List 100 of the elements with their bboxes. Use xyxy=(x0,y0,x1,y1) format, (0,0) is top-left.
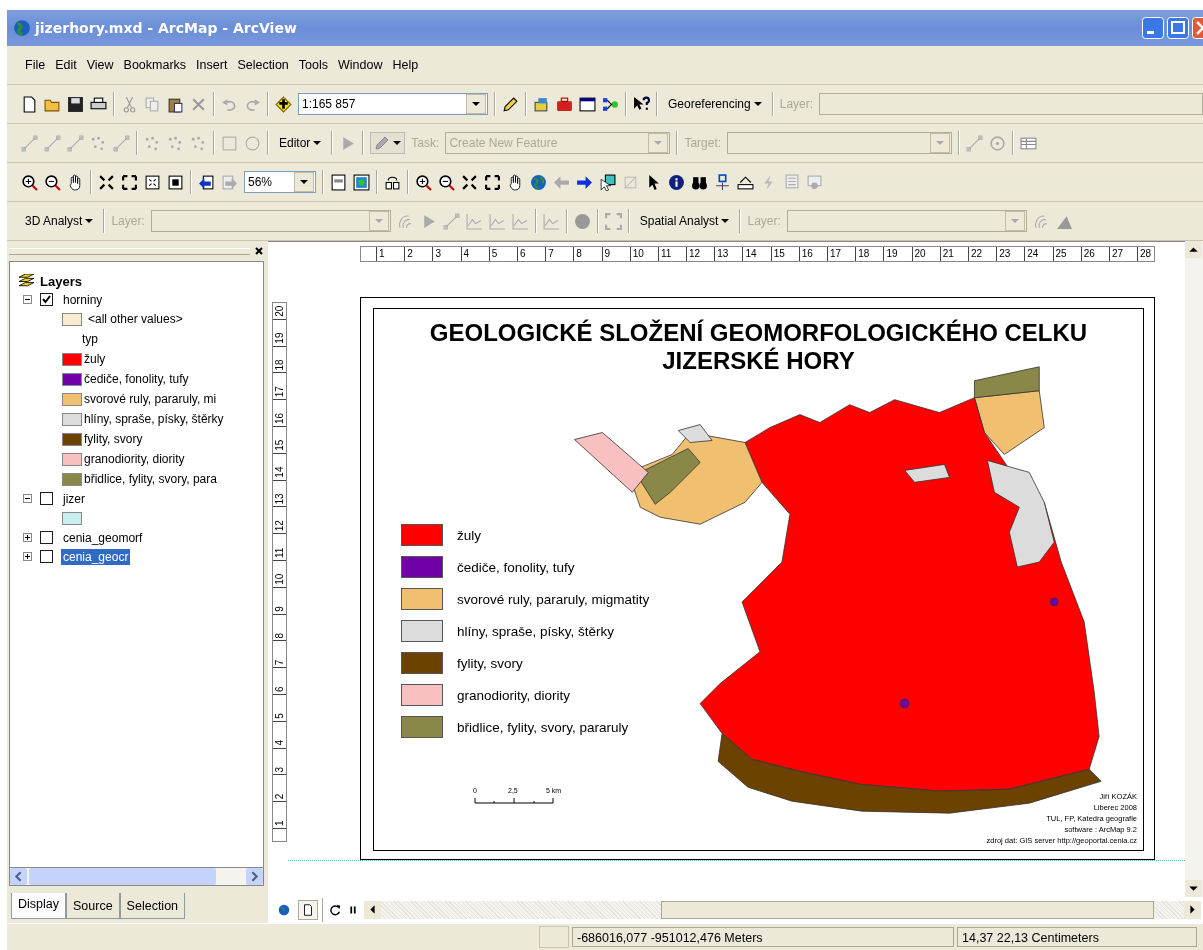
crosshair-icon[interactable] xyxy=(714,173,731,191)
expander-icon[interactable] xyxy=(23,552,32,561)
menu-item[interactable]: View xyxy=(86,58,114,72)
ruler-number: 8 xyxy=(573,247,602,261)
coordinates-readout: -686016,077 -951012,476 Meters xyxy=(572,927,954,947)
class-label: <all other values> xyxy=(88,312,183,326)
status-cell xyxy=(539,926,569,948)
expander-icon[interactable] xyxy=(23,494,32,503)
ruler-number: 23 xyxy=(996,247,1025,261)
page-icon[interactable] xyxy=(330,173,347,191)
globe-icon[interactable] xyxy=(530,173,547,191)
one-to-one-icon[interactable] xyxy=(167,173,184,191)
layer-checkbox[interactable] xyxy=(40,531,53,544)
layer-checkbox[interactable] xyxy=(40,492,53,505)
menu-item[interactable]: Tools xyxy=(298,58,328,72)
caret-icon xyxy=(393,141,402,145)
layer-name[interactable]: jizer xyxy=(61,490,87,507)
new-file-icon[interactable] xyxy=(21,95,38,113)
fixed-zoom-out-icon[interactable] xyxy=(484,173,501,191)
toolbox-icon[interactable] xyxy=(556,95,573,113)
ruler-number: 10 xyxy=(629,247,658,261)
page-back-icon[interactable] xyxy=(198,173,215,191)
3d-analyst-menu[interactable]: 3D Analyst xyxy=(21,212,98,230)
ruler-number: 2 xyxy=(273,775,286,803)
diagram-icon[interactable] xyxy=(602,95,619,113)
menu-item[interactable]: Help xyxy=(392,58,419,72)
expander-icon[interactable] xyxy=(23,295,32,304)
image-icon[interactable] xyxy=(353,173,370,191)
expander-icon[interactable] xyxy=(23,533,32,542)
menu-item[interactable]: Insert xyxy=(196,58,228,72)
ruler-number: 21 xyxy=(939,247,968,261)
zoom-out-icon[interactable] xyxy=(44,173,61,191)
layer-name[interactable]: cenia_geomorf xyxy=(61,529,145,546)
menu-item[interactable]: File xyxy=(25,58,46,72)
ruler-icon[interactable] xyxy=(737,173,754,191)
scroll-down-button[interactable] xyxy=(1185,880,1202,897)
zoom-in-icon[interactable] xyxy=(21,173,38,191)
caret-icon xyxy=(721,219,730,223)
scale-combo[interactable]: 1:165 857 xyxy=(298,93,488,115)
fixed-zoom-in-icon[interactable] xyxy=(98,173,115,191)
ruler-number: 17 xyxy=(273,373,286,401)
window-icon[interactable] xyxy=(579,95,596,113)
ruler-number: 19 xyxy=(273,319,286,347)
scroll-up-button[interactable] xyxy=(1185,241,1202,258)
legend-label: břidlice, fylity, svory, pararuly xyxy=(457,719,629,735)
sphere-icon[interactable] xyxy=(573,212,591,230)
task-label: Task: xyxy=(411,136,440,150)
info-icon[interactable] xyxy=(668,173,685,191)
sketch-tool-button[interactable] xyxy=(370,132,406,154)
close-icon[interactable] xyxy=(254,246,264,256)
tab[interactable]: Display xyxy=(11,893,66,919)
pencil-icon xyxy=(374,135,391,151)
fixed-zoom-in-icon[interactable] xyxy=(461,173,478,191)
caret-icon xyxy=(654,141,663,145)
pencil-icon[interactable] xyxy=(502,95,519,113)
target-label: Target: xyxy=(684,136,722,150)
add-data-icon[interactable] xyxy=(275,95,292,113)
menu-item[interactable]: Window xyxy=(338,58,383,72)
minimize-button[interactable] xyxy=(1142,17,1164,39)
layer-checkbox[interactable] xyxy=(40,550,53,563)
ruler-number: 13 xyxy=(273,480,286,508)
scrollbar-thumb[interactable] xyxy=(29,868,216,885)
page-extent-icon[interactable] xyxy=(144,173,161,191)
layer-checkbox[interactable] xyxy=(40,293,53,306)
ruler-number: 18 xyxy=(273,346,286,374)
spatial-analyst-menu[interactable]: Spatial Analyst xyxy=(635,212,734,230)
caret-icon xyxy=(1010,219,1019,223)
editor-menu[interactable]: Editor xyxy=(275,134,326,152)
layer-name[interactable]: cenia_geocr xyxy=(61,548,131,565)
class-label: žuly xyxy=(84,352,106,366)
ruler-number: 5 xyxy=(488,247,517,261)
refresh-icon[interactable] xyxy=(328,903,342,917)
class-label: fylity, svory xyxy=(84,432,143,446)
close-button[interactable] xyxy=(1192,17,1203,39)
menu-item[interactable]: Selection xyxy=(237,58,289,72)
zoom-out-icon[interactable] xyxy=(438,173,455,191)
zoom-in-icon[interactable] xyxy=(415,173,432,191)
menu-item[interactable]: Bookmarks xyxy=(123,58,187,72)
menu-item[interactable]: Edit xyxy=(55,58,77,72)
fixed-zoom-out-icon[interactable] xyxy=(121,173,138,191)
zoom-combo[interactable]: 56% xyxy=(244,171,316,193)
scrollbar[interactable] xyxy=(364,901,1201,919)
scrollbar-thumb[interactable] xyxy=(661,901,1154,919)
class-label: granodiority, diority xyxy=(84,452,185,466)
select-features-icon[interactable] xyxy=(599,173,616,191)
ruler-number: 22 xyxy=(967,247,997,261)
georeferencing-menu[interactable]: Georeferencing xyxy=(664,95,766,113)
page-icon[interactable] xyxy=(298,900,318,920)
cabinet-icon[interactable] xyxy=(533,95,550,113)
tab[interactable]: Source xyxy=(66,893,120,919)
maximize-button[interactable] xyxy=(1167,17,1189,39)
ruler-number: 15 xyxy=(770,247,799,261)
panel-grip[interactable] xyxy=(9,247,250,255)
scrollbar[interactable] xyxy=(1185,241,1203,897)
tab[interactable]: Selection xyxy=(119,893,186,919)
help-pointer-icon[interactable] xyxy=(633,95,650,113)
ruler-number: 28 xyxy=(1137,247,1166,261)
save-icon[interactable] xyxy=(67,95,84,113)
scrollbar[interactable] xyxy=(9,868,264,886)
layer-name[interactable]: horniny xyxy=(61,291,105,308)
